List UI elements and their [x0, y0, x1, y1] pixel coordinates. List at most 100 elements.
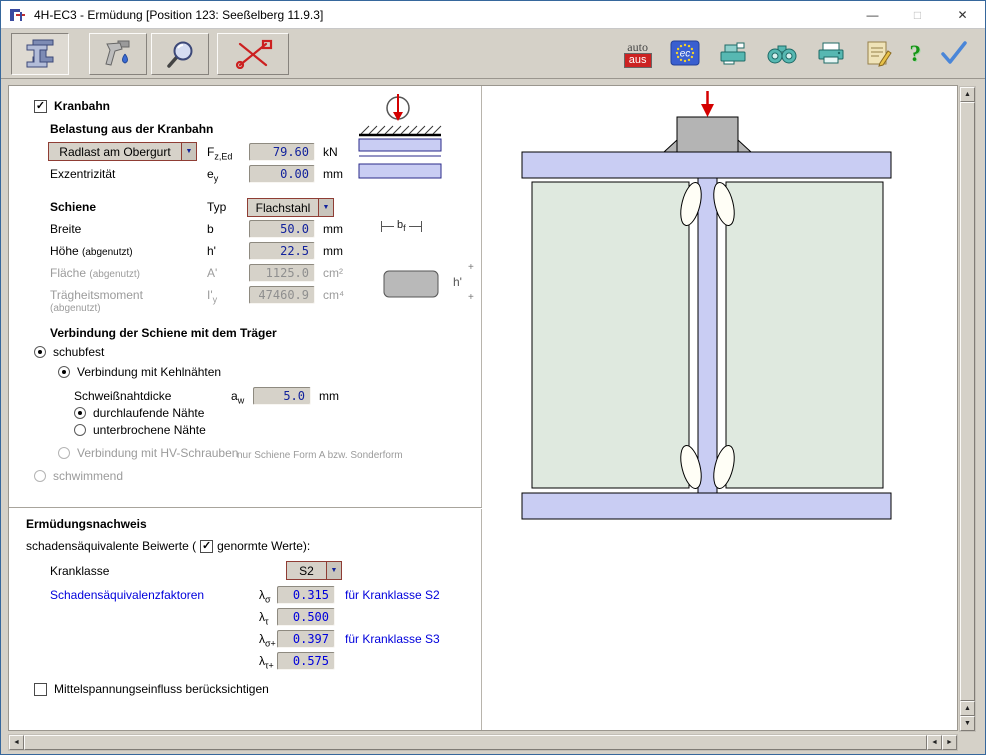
notes-button[interactable]: [864, 39, 892, 70]
horizontal-scroll-thumb[interactable]: [24, 735, 927, 750]
exzentrizitaet-value-field[interactable]: 0.00: [249, 165, 315, 183]
form-panel: ✓ Kranbahn Belastung aus der Kranbahn Ra…: [9, 86, 482, 730]
radlast-dropdown-value: Radlast am Obergurt: [49, 143, 181, 160]
confirm-button[interactable]: [939, 39, 969, 70]
scroll-left-button-right[interactable]: ◄: [927, 735, 942, 750]
ec-button[interactable]: ec: [670, 40, 700, 69]
lambda-sigma-plus-value-field[interactable]: 0.397: [277, 630, 335, 648]
schubfest-radio[interactable]: [34, 346, 46, 358]
kehlnaehte-label: Verbindung mit Kehlnähten: [77, 365, 221, 379]
scroll-up-icon: ▲: [964, 705, 971, 712]
window-title: 4H-EC3 - Ermüdung [Position 123: Seeßelb…: [34, 8, 850, 22]
breite-label: Breite: [50, 222, 81, 236]
tool-button[interactable]: [89, 33, 147, 75]
dropdown-arrow-icon: ▼: [181, 143, 196, 160]
notepad-icon: [864, 39, 892, 67]
horizontal-scrollbar[interactable]: ◄ ◄ ►: [8, 734, 958, 751]
beiwerte-row: schadensäquivalente Beiwerte ( ✓ genormt…: [26, 539, 310, 553]
app-window: 4H-EC3 - Ermüdung [Position 123: Seeßelb…: [0, 0, 986, 755]
kranklasse-dropdown-value: S2: [287, 562, 326, 579]
minimize-button[interactable]: —: [850, 1, 895, 28]
scroll-left-button[interactable]: ◄: [9, 735, 24, 750]
titlebar: 4H-EC3 - Ermüdung [Position 123: Seeßelb…: [1, 1, 985, 29]
close-button[interactable]: ✕: [940, 1, 985, 28]
hv-schrauben-radio: [58, 447, 70, 459]
ermuedung-heading: Ermüdungsnachweis: [26, 517, 147, 531]
dropdown-arrow-icon: ▼: [326, 562, 341, 579]
print-button[interactable]: [816, 40, 846, 69]
scroll-up-button-bottom[interactable]: ▲: [960, 701, 975, 716]
unterbrochene-row: unterbrochene Nähte: [74, 423, 206, 437]
kranbahn-label: Kranbahn: [54, 99, 110, 113]
lambda-tau-plus-symbol: λτ+: [259, 654, 274, 672]
mittelspannung-checkbox[interactable]: [34, 683, 47, 696]
unterbrochene-label: unterbrochene Nähte: [93, 423, 206, 437]
breite-unit: mm: [323, 222, 343, 236]
lambda-tau-plus-value-field[interactable]: 0.575: [277, 652, 335, 670]
auto-label: auto: [627, 41, 648, 53]
auto-aus-toggle[interactable]: auto aus: [624, 41, 652, 68]
radlast-value-field[interactable]: 79.60: [249, 143, 315, 161]
section-divider: [9, 507, 482, 509]
vertical-scroll-track[interactable]: [960, 102, 975, 701]
genormte-werte-checkbox[interactable]: ✓: [200, 540, 213, 553]
radlast-unit: kN: [323, 145, 338, 159]
traegheitsmoment-value-field: 47460.9: [249, 286, 315, 304]
copy-button[interactable]: [718, 40, 748, 69]
lambda-tau-symbol: λτ: [259, 610, 269, 628]
hv-schrauben-row: Verbindung mit HV-Schrauben: [58, 446, 238, 460]
kehlnaehte-row: Verbindung mit Kehlnähten: [58, 365, 221, 379]
search-button[interactable]: [766, 40, 798, 69]
radlast-dropdown[interactable]: Radlast am Obergurt ▼: [48, 142, 197, 161]
kranklasse-dropdown[interactable]: S2 ▼: [286, 561, 342, 580]
printer-icon: [816, 40, 846, 66]
app-icon: [9, 7, 27, 23]
unterbrochene-radio[interactable]: [74, 424, 86, 436]
crossed-tools-icon: [231, 39, 275, 69]
scroll-right-icon: ►: [946, 739, 953, 746]
schwimmend-label: schwimmend: [53, 469, 123, 483]
flaeche-unit: cm²: [323, 266, 343, 280]
scroll-down-button[interactable]: ▼: [960, 716, 975, 731]
scroll-up-button[interactable]: ▲: [960, 87, 975, 102]
typ-dropdown[interactable]: Flachstahl ▼: [247, 198, 334, 217]
schwimmend-radio: [34, 470, 46, 482]
kehlnaehte-radio[interactable]: [58, 366, 70, 378]
breite-value-field[interactable]: 50.0: [249, 220, 315, 238]
i-beam-icon: [22, 38, 58, 70]
profile-button[interactable]: [11, 33, 69, 75]
schiene-label: Schiene: [50, 200, 96, 214]
durchlaufende-row: durchlaufende Nähte: [74, 406, 204, 420]
hoehe-value-field[interactable]: 22.5: [249, 242, 315, 260]
beiwerte-label: schadensäquivalente Beiwerte (: [26, 539, 196, 553]
torch-icon: [101, 39, 135, 69]
vertical-scrollbar[interactable]: ▲ ▲ ▼: [959, 86, 976, 732]
e-symbol: ey: [207, 167, 218, 185]
maximize-button[interactable]: □: [895, 1, 940, 28]
scroll-right-button[interactable]: ►: [942, 735, 957, 750]
binoculars-icon: [766, 40, 798, 66]
horizontal-scroll-track[interactable]: [24, 735, 927, 750]
bf-dimension: bf: [381, 219, 422, 233]
check-icon: ✓: [202, 541, 211, 552]
b-symbol: b: [207, 222, 214, 236]
question-mark-icon: ?: [910, 41, 922, 66]
lambda-sigma-value-field[interactable]: 0.315: [277, 586, 335, 604]
help-button[interactable]: ?: [910, 41, 922, 67]
i-symbol: I'y: [207, 288, 217, 306]
kranbahn-checkbox[interactable]: ✓: [34, 100, 47, 113]
zoom-button[interactable]: [151, 33, 209, 75]
lambda-sigma-plus-symbol: λσ+: [259, 632, 276, 650]
tools-button[interactable]: [217, 33, 289, 75]
eu-stars-icon: ec: [670, 40, 700, 66]
aus-label: aus: [624, 53, 652, 68]
dim-tick: +: [468, 293, 474, 303]
magnifier-icon: [163, 39, 197, 69]
schweissnahtdicke-value-field[interactable]: 5.0: [253, 387, 311, 405]
lambda-tau-value-field[interactable]: 0.500: [277, 608, 335, 626]
verbindung-heading: Verbindung der Schiene mit dem Träger: [50, 326, 277, 340]
vertical-scroll-thumb[interactable]: [960, 102, 975, 701]
schweissnahtdicke-unit: mm: [319, 389, 339, 403]
typ-dropdown-value: Flachstahl: [248, 199, 318, 216]
durchlaufende-radio[interactable]: [74, 407, 86, 419]
